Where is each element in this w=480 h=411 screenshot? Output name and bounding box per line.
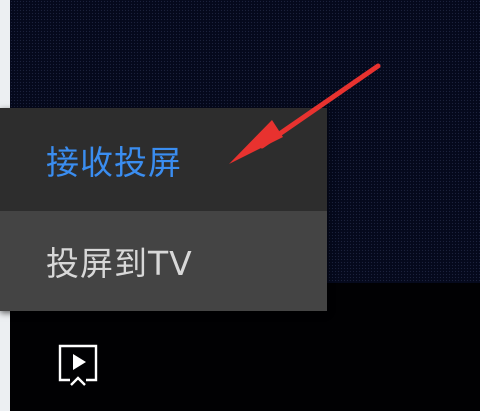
menu-item-label: 投屏到TV: [46, 244, 193, 283]
cast-menu: 接收投屏 投屏到TV: [0, 108, 327, 311]
menu-item-receive-cast[interactable]: 接收投屏: [0, 108, 327, 211]
screen-cast-icon: [58, 344, 98, 386]
screen-cast-button[interactable]: [54, 340, 102, 388]
menu-item-cast-to-tv[interactable]: 投屏到TV: [0, 211, 327, 311]
menu-item-label: 接收投屏: [46, 142, 182, 182]
app-screen: 接收投屏 投屏到TV: [0, 0, 480, 411]
